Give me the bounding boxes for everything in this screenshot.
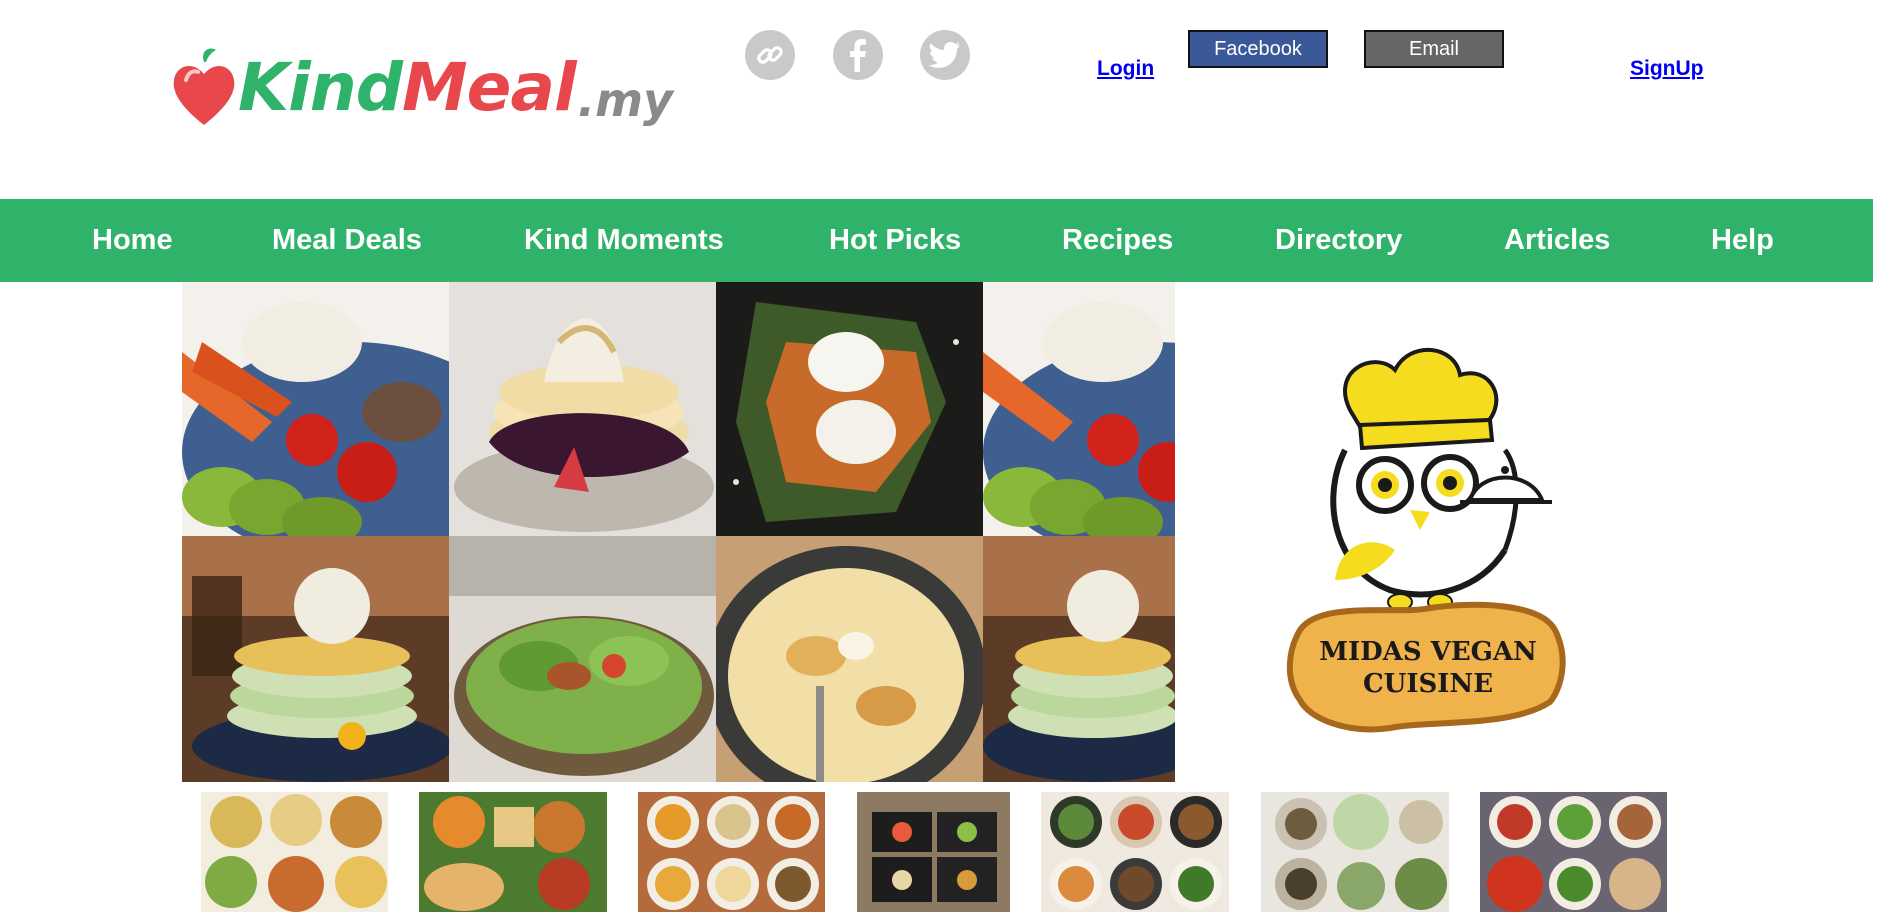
link-icon — [757, 46, 783, 64]
restaurant-logo-line1: MIDAS VEGAN — [1319, 637, 1537, 667]
site-header: Kind Meal .my Login Facebook Email SignU… — [0, 0, 1877, 199]
owl-chef-icon: MIDAS VEGAN CUISINE — [1286, 347, 1566, 733]
kindmeal-logo[interactable]: Kind Meal .my — [170, 40, 673, 135]
nav-item-kind-moments[interactable]: Kind Moments — [524, 199, 724, 282]
facebook-login-button[interactable]: Facebook — [1188, 30, 1328, 68]
nav-item-meal-deals[interactable]: Meal Deals — [272, 199, 422, 282]
share-facebook-button[interactable] — [833, 30, 883, 80]
nav-item-hot-picks[interactable]: Hot Picks — [829, 199, 961, 282]
heart-apple-icon — [173, 48, 235, 125]
food-photo-green-salad — [449, 536, 716, 782]
deal-thumbnail-3[interactable] — [638, 792, 825, 912]
deal-thumbnail-2[interactable] — [419, 792, 607, 912]
facebook-icon — [850, 39, 866, 72]
logo-word-meal: Meal — [402, 49, 577, 126]
nav-item-help[interactable]: Help — [1711, 199, 1774, 282]
food-photo-pandan-pancakes-repeat — [983, 536, 1175, 782]
signup-link[interactable]: SignUp — [1630, 57, 1704, 81]
deal-thumbnail-1[interactable] — [201, 792, 388, 912]
twitter-icon — [929, 42, 960, 68]
featured-collage[interactable] — [182, 282, 1175, 782]
email-login-button[interactable]: Email — [1364, 30, 1504, 68]
deal-thumbnail-5[interactable] — [1041, 792, 1229, 912]
food-photo-pandan-pancakes — [182, 536, 449, 782]
deal-thumbnail-7[interactable] — [1480, 792, 1667, 912]
restaurant-logo[interactable]: MIDAS VEGAN CUISINE — [1280, 340, 1580, 740]
food-photo-blueberry-pancakes — [449, 282, 716, 536]
share-link-button[interactable] — [745, 30, 795, 80]
logo-word-kind: Kind — [238, 49, 403, 126]
food-photo-poached-eggs — [716, 282, 983, 536]
nav-item-articles[interactable]: Articles — [1504, 199, 1610, 282]
login-link[interactable]: Login — [1097, 57, 1154, 81]
deal-thumbnail-6[interactable] — [1261, 792, 1449, 912]
food-photo-avocado-plate-repeat — [983, 282, 1175, 536]
nav-item-home[interactable]: Home — [92, 199, 173, 282]
main-nav: Home Meal Deals Kind Moments Hot Picks R… — [0, 199, 1873, 282]
nav-item-directory[interactable]: Directory — [1275, 199, 1402, 282]
food-photo-avocado-plate — [182, 282, 449, 536]
logo-tld: .my — [577, 72, 674, 127]
share-twitter-button[interactable] — [920, 30, 970, 80]
nav-item-recipes[interactable]: Recipes — [1062, 199, 1173, 282]
food-photo-mac-and-cheese — [716, 536, 983, 782]
deal-thumbnail-4[interactable] — [857, 792, 1010, 912]
restaurant-logo-line2: CUISINE — [1363, 669, 1493, 699]
